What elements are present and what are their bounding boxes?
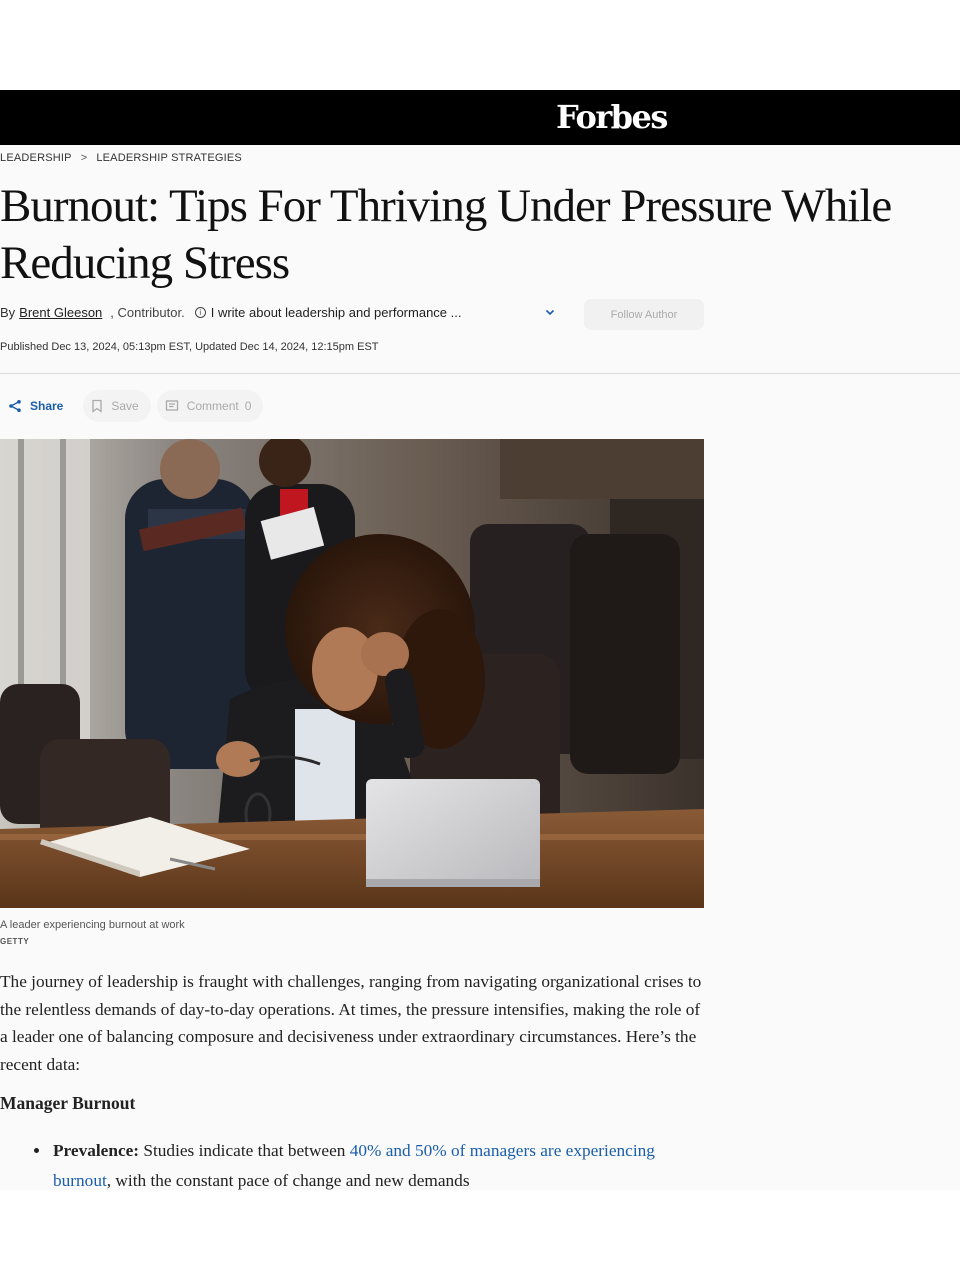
comment-icon <box>165 400 178 411</box>
bullet-label: Prevalence <box>53 1141 134 1160</box>
share-icon <box>9 400 21 412</box>
article-paragraph: The journey of leadership is fraught wit… <box>0 972 702 1074</box>
image-credit: GETTY <box>0 937 30 946</box>
list-item: Prevalence: Studies indicate that betwee… <box>34 1136 674 1190</box>
bookmark-icon <box>92 399 103 413</box>
breadcrumb-leadership[interactable]: LEADERSHIP <box>0 152 72 164</box>
chevron-down-icon[interactable] <box>543 305 557 319</box>
forbes-logo[interactable]: Forbes <box>556 98 668 136</box>
author-link[interactable]: Brent Gleeson <box>19 305 102 320</box>
article-actions: Share Save Comment 0 <box>0 390 264 422</box>
save-label: Save <box>111 399 139 413</box>
bullet-text-before: Studies indicate that between <box>139 1141 350 1160</box>
follow-author-button[interactable]: Follow Author <box>584 299 704 330</box>
top-navigation-bar: Forbes <box>0 90 960 145</box>
share-button[interactable]: Share <box>0 390 75 422</box>
publish-date: Published Dec 13, 2024, 05:13pm EST, Upd… <box>0 341 379 353</box>
comment-label: Comment <box>186 399 239 413</box>
divider <box>0 373 960 374</box>
author-role: , Contributor. <box>110 305 185 320</box>
section-subheading: Manager Burnout <box>0 1093 136 1113</box>
save-button[interactable]: Save <box>83 390 151 422</box>
byline: By Brent Gleeson , Contributor. i I writ… <box>0 305 461 320</box>
comment-button[interactable]: Comment 0 <box>156 390 264 422</box>
share-label: Share <box>30 399 64 413</box>
breadcrumb-leadership-strategies[interactable]: LEADERSHIP STRATEGIES <box>96 152 242 164</box>
comment-count: 0 <box>244 399 252 413</box>
byline-prefix: By <box>0 305 16 320</box>
article-page: Forbes LEADERSHIP > LEADERSHIP STRATEGIE… <box>0 90 960 1190</box>
breadcrumb-chevron-icon: > <box>80 152 88 164</box>
hero-image <box>0 439 704 908</box>
author-description: I write about leadership and performance… <box>210 305 462 320</box>
bullet-text-after: , with the constant pace of change and n… <box>106 1171 470 1190</box>
breadcrumb: LEADERSHIP > LEADERSHIP STRATEGIES <box>0 152 242 164</box>
image-caption: A leader experiencing burnout at work <box>0 919 185 931</box>
article-title: Burnout: Tips For Thriving Under Pressur… <box>0 180 892 289</box>
info-icon[interactable]: i <box>194 307 206 318</box>
bullet-list: Prevalence: Studies indicate that betwee… <box>34 1136 674 1190</box>
